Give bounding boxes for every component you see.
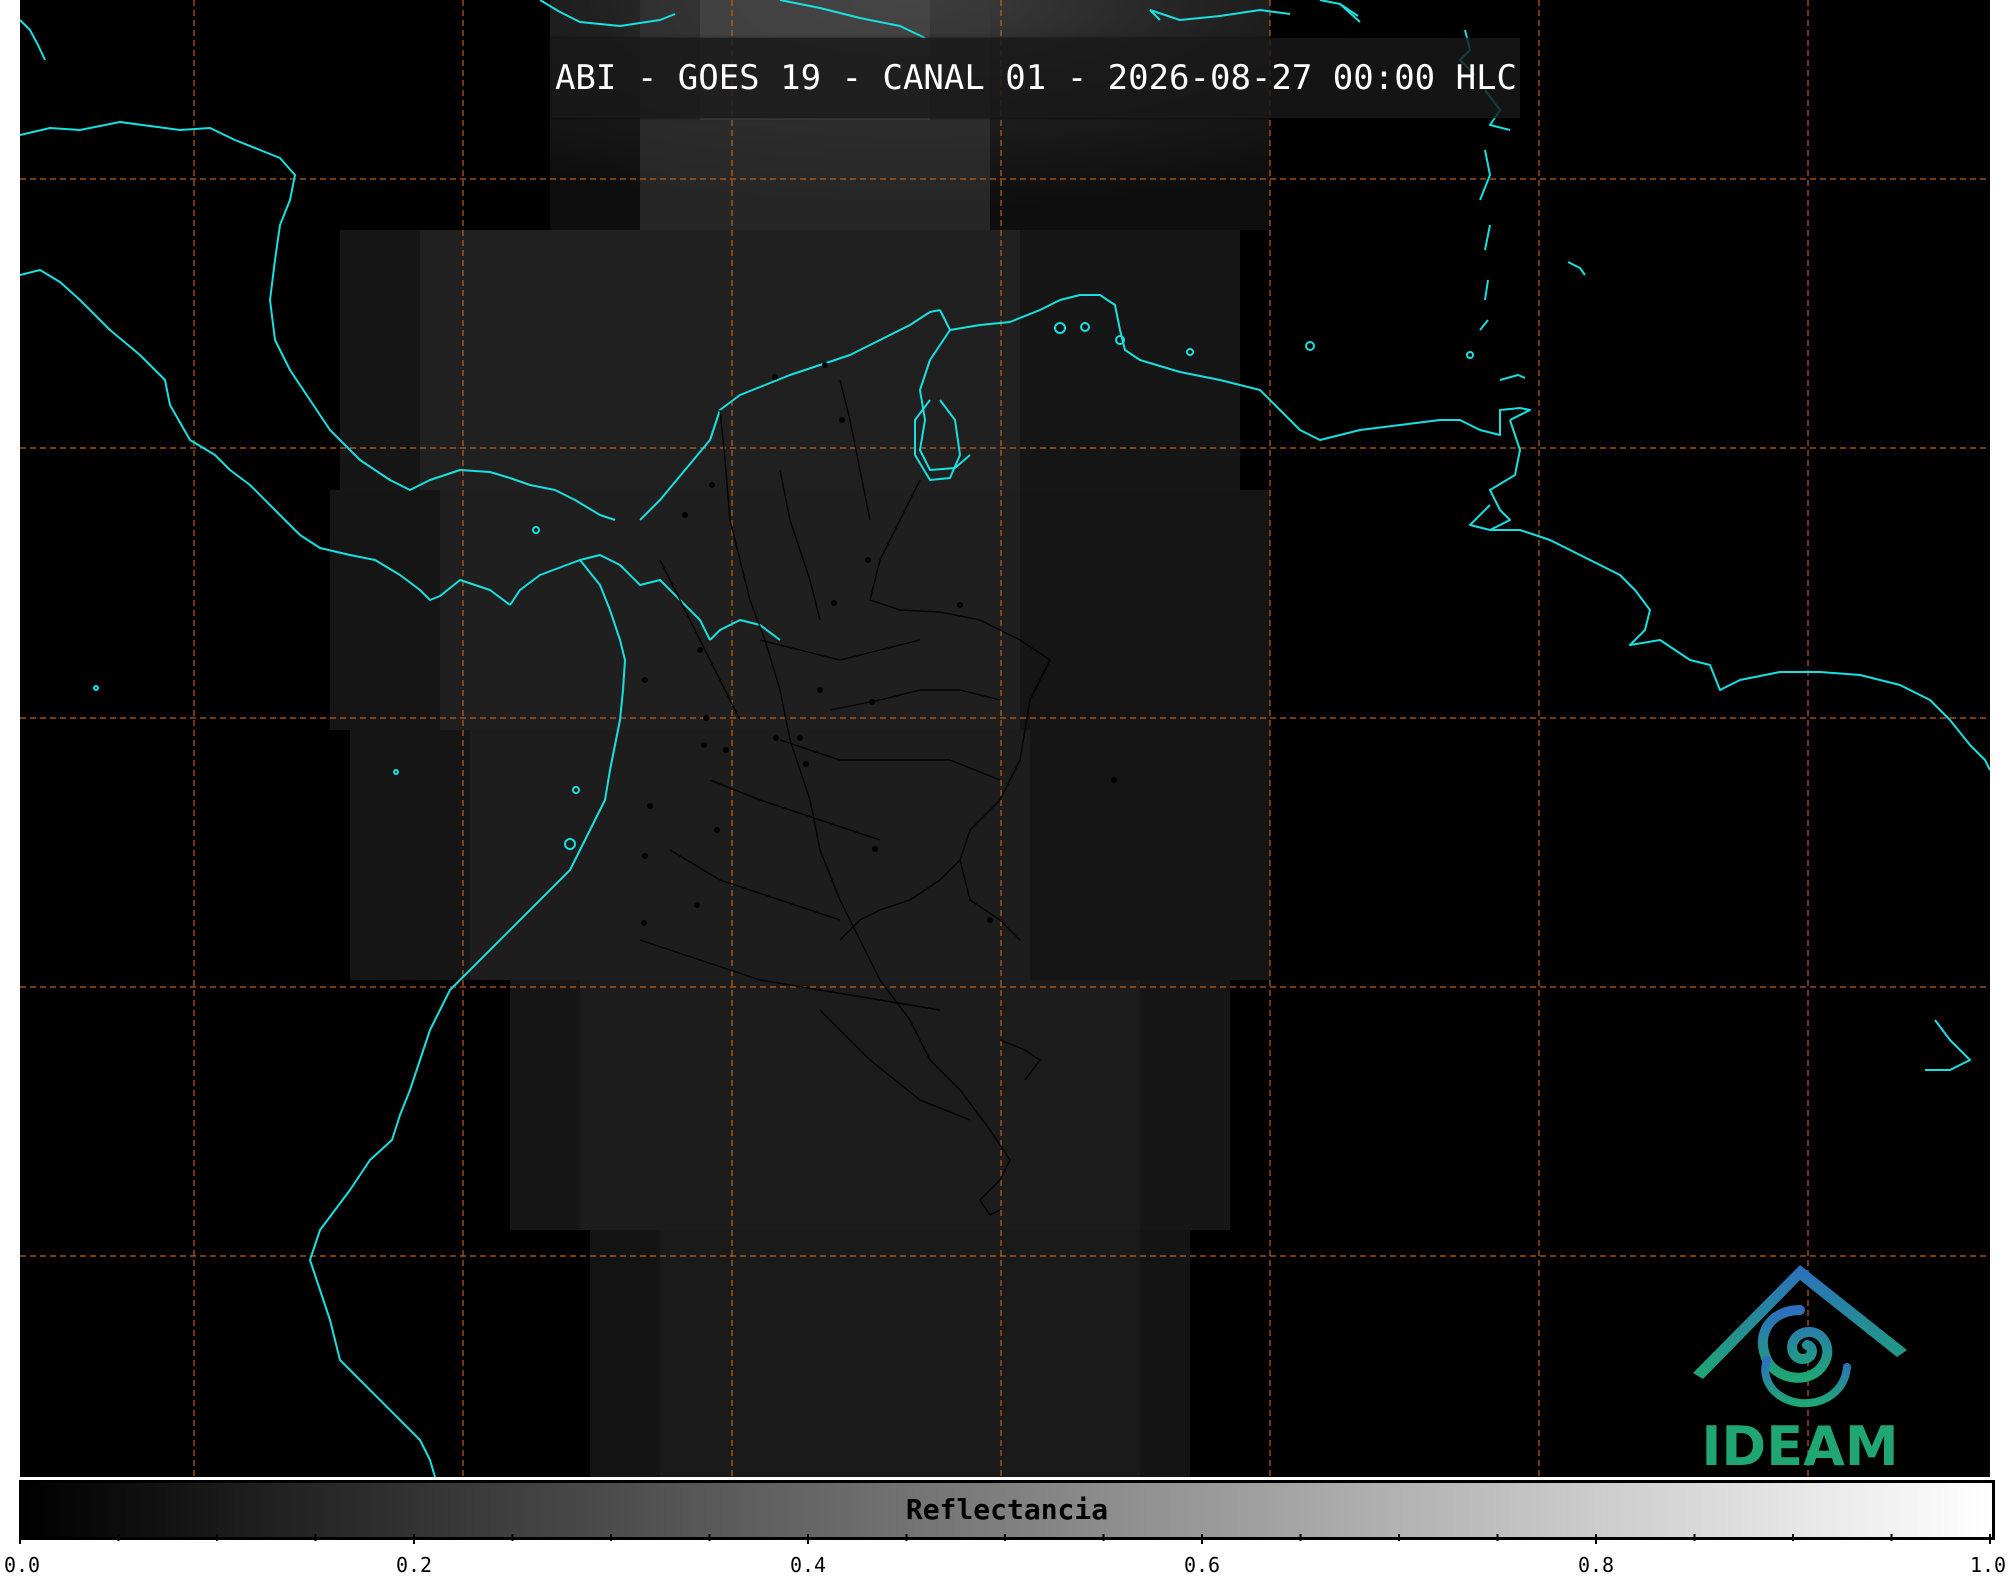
colorbar: Reflectancia — [19, 1480, 1995, 1540]
logo-text: IDEAM — [1701, 1415, 1899, 1477]
satellite-image-frame: ABI - GOES 19 - CANAL 01 - 2026-08-27 00… — [0, 0, 2011, 1577]
image-title: ABI - GOES 19 - CANAL 01 - 2026-08-27 00… — [552, 38, 1520, 118]
colorbar-tick-label: 1.0 — [1969, 1553, 2007, 1577]
colorbar-label: Reflectancia — [905, 1493, 1109, 1526]
colorbar-tick-label: 0.6 — [1183, 1553, 1221, 1577]
colorbar-tick-label: 0.2 — [395, 1553, 433, 1577]
colorbar-tick-label: 0.0 — [3, 1553, 41, 1577]
colorbar-ticks: 0.0 0.2 0.4 0.6 0.8 1.0 — [0, 1537, 2011, 1577]
ideam-spiral-logo-icon — [1693, 1265, 1907, 1408]
colorbar-tick-label: 0.4 — [789, 1553, 827, 1577]
colorbar-tick-label: 0.8 — [1577, 1553, 1615, 1577]
satellite-map: ABI - GOES 19 - CANAL 01 - 2026-08-27 00… — [20, 0, 1990, 1477]
ideam-logo: IDEAM — [1675, 1255, 1925, 1477]
